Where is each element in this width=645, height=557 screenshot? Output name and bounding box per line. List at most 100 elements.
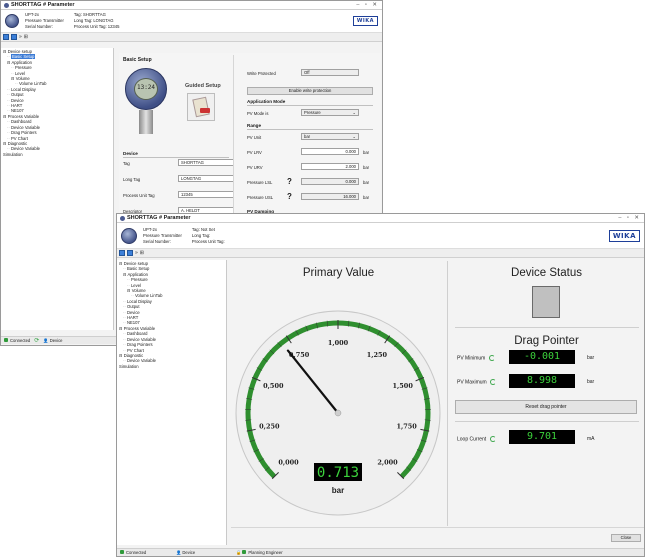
tree-item-label: HART <box>10 103 23 109</box>
panel-divider <box>447 261 448 526</box>
tree-item-label: Diagnostic <box>7 140 28 146</box>
tree-item-label: Application <box>127 271 148 277</box>
process-unit-tag-text: Process Unit Tag: <box>191 238 225 244</box>
lcd-display: 13:24 <box>136 84 156 91</box>
chevron-down-icon: ⌄ <box>352 134 356 139</box>
forward-arrow-icon[interactable]: » <box>19 34 22 40</box>
tree-item[interactable]: Simulation <box>3 152 111 157</box>
range-field-value: 2.000 <box>345 164 356 169</box>
device-field-input[interactable]: 12345 <box>178 191 234 198</box>
range-field-input[interactable]: 2.000 <box>301 163 359 170</box>
page-title: Basic Setup <box>123 57 152 63</box>
range-field-row: PV URV 2.000 bar <box>247 163 377 178</box>
tree-item-label: Pressure <box>130 277 148 283</box>
refresh-icon[interactable] <box>488 355 495 361</box>
gauge-title: Primary Value <box>302 267 375 279</box>
gauge-unit-text: bar <box>332 486 344 495</box>
window-controls[interactable]: – ▫ ✕ <box>618 215 641 221</box>
back-title-bar: SHORTTAG # Parameter – ▫ ✕ <box>1 1 382 10</box>
write-protected-field: Off <box>301 69 359 76</box>
range-field-input: 0.000 <box>301 178 359 185</box>
range-field-row: Pressure LSL? 0.000 bar <box>247 177 377 193</box>
help-icon[interactable]: ? <box>287 177 292 186</box>
range-field-value: 16.000 <box>343 194 356 199</box>
pv-mode-label: PV Mode is <box>247 111 269 116</box>
tree-item[interactable]: Simulation <box>119 364 224 369</box>
section-divider <box>455 327 639 328</box>
pv-minimum-unit: bar <box>587 355 595 361</box>
user-icon: 👤 <box>176 549 182 555</box>
navigation-tree: ⊟ Device setup ·· Basic Setup ⊟ Applicatio… <box>1 48 114 330</box>
device-field-label: Long Tag <box>123 177 141 182</box>
range-field-unit: bar <box>363 195 370 200</box>
gauge-tick-label: 1,500 <box>392 382 413 390</box>
refresh-icon[interactable] <box>490 379 497 385</box>
tree-item-label: Volume <box>15 76 30 82</box>
range-field-label: Pressure LSL <box>247 180 273 185</box>
range-field-value: bar <box>304 134 311 139</box>
range-field-label: PV URV <box>247 165 263 170</box>
tree-item-label: Device Variable <box>10 124 40 130</box>
write-protected-label: Write Protected <box>247 71 276 76</box>
close-button[interactable]: Close <box>611 534 641 542</box>
user-icon: 👤 <box>43 337 49 343</box>
device-status: 👤 Device <box>43 338 62 344</box>
tree-item-label: Device Variable <box>126 336 156 342</box>
range-field-input[interactable]: 0.000 <box>301 148 359 155</box>
tree-icon[interactable]: ⊞ <box>140 250 144 256</box>
gauge-tick-label: 0,500 <box>263 382 284 390</box>
pv-minimum-label: PV Minimum <box>457 355 495 361</box>
device-info-left: UPT-2x Pressure Transmitter Serial Numbe… <box>25 12 64 30</box>
range-field-unit: bar <box>363 180 370 185</box>
window-mode-icon[interactable] <box>119 250 125 256</box>
device-type: Pressure Transmitter <box>143 232 182 238</box>
device-field-input[interactable]: SHORTTAG <box>178 159 234 166</box>
device-field-label: Tag <box>123 161 130 166</box>
range-field-row: Pressure USL? 16.000 bar <box>247 192 377 208</box>
help-icon[interactable]: ? <box>287 192 292 201</box>
guided-setup-button[interactable] <box>187 93 215 121</box>
window-title: SHORTTAG # Parameter <box>11 2 75 8</box>
tree-item-label: Drag Pointers <box>10 130 37 136</box>
tree-item-label: Dashboard <box>10 119 32 125</box>
enable-write-protection-button[interactable]: Enable write protection <box>247 87 373 95</box>
reset-drag-pointer-button[interactable]: Reset drag pointer <box>455 400 637 414</box>
window-controls[interactable]: – ▫ ✕ <box>356 2 379 8</box>
pv-minimum-text: PV Minimum <box>457 355 486 362</box>
drag-pointer-title: Drag Pointer <box>514 335 579 347</box>
app-logo-icon <box>4 2 9 8</box>
primary-value-gauge: 0,0000,2500,5000,7501,0001,2501,5001,750… <box>235 310 441 516</box>
tree-item-label: Volume LinTab <box>18 81 47 87</box>
tree-item-label: Pressure <box>14 65 32 71</box>
role-icon <box>242 549 247 554</box>
front-parameter-window: SHORTTAG # Parameter – ▫ ✕ UPT-2x Pressu… <box>116 213 645 557</box>
forward-arrow-icon[interactable]: » <box>135 250 138 256</box>
front-status-bar: Connected 👤 Device 🔓 Planning Engineer <box>117 548 644 556</box>
window-title: SHORTTAG # Parameter <box>127 215 191 221</box>
footer-divider <box>231 527 644 528</box>
section-divider <box>455 421 639 422</box>
range-field-row: PV LRV 0.000 bar <box>247 148 377 163</box>
device-field-row: Tag SHORTTAG <box>123 159 234 175</box>
tree-icon[interactable]: ⊞ <box>24 34 28 40</box>
window-mode-icon[interactable] <box>3 34 9 40</box>
pv-mode-select[interactable]: Pressure ⌄ <box>301 109 359 116</box>
loop-current-unit: mA <box>587 436 595 442</box>
pv-unit-select[interactable]: bar ⌄ <box>301 133 359 140</box>
serial-label: Serial Number: <box>143 238 171 244</box>
connected-icon <box>120 550 124 554</box>
connected-status: Connected <box>120 550 176 555</box>
window-split-icon[interactable] <box>11 34 17 40</box>
lock-icon: 🔓 <box>236 549 242 555</box>
range-field-label: Pressure USL <box>247 195 274 200</box>
loop-current-display: 9.701 <box>509 430 575 444</box>
window-split-icon[interactable] <box>127 250 133 256</box>
refresh-icon[interactable]: ⟳ <box>34 337 39 344</box>
gauge-tick-label: 1,250 <box>367 351 388 359</box>
gauge-value-text: 0.713 <box>317 465 359 481</box>
tree-item-label: Device setup <box>7 49 32 54</box>
device-field-input[interactable]: LONGTAG <box>178 175 234 182</box>
tools-icon <box>200 108 210 113</box>
tree-item-label: Basic Setup <box>126 266 150 272</box>
refresh-icon[interactable] <box>489 436 496 442</box>
